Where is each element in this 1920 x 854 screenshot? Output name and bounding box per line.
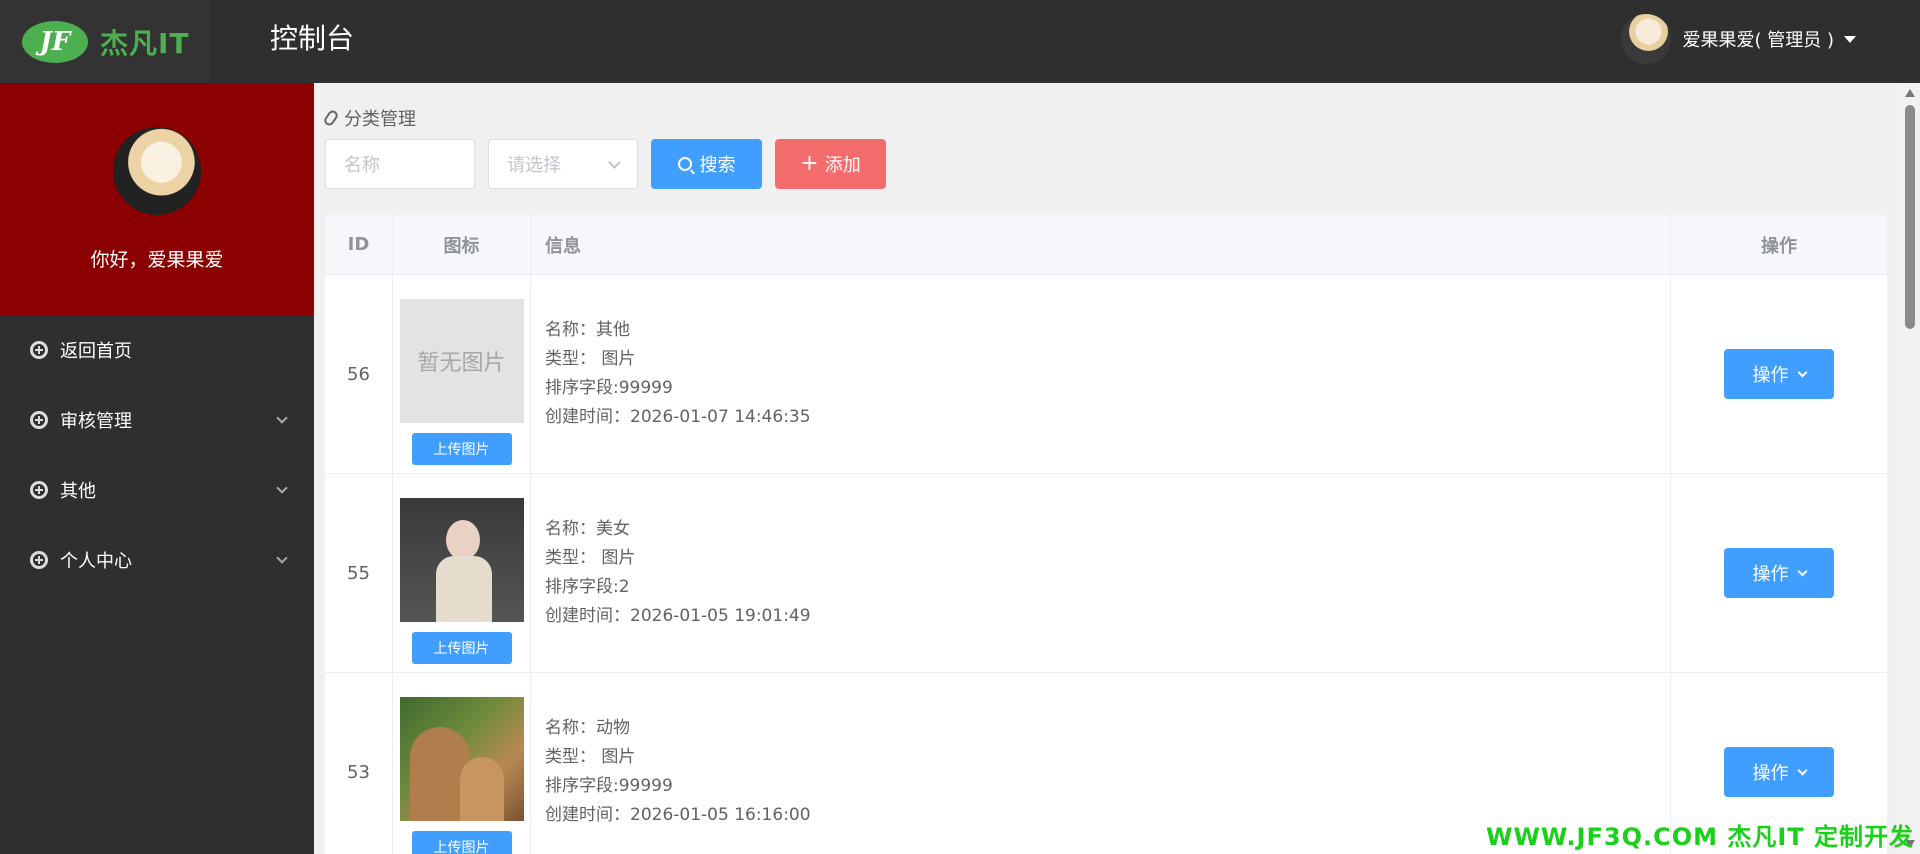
column-header-info: 信息 bbox=[531, 215, 1671, 274]
info-type: 类型： 图片 bbox=[545, 349, 636, 369]
plus-circle-icon bbox=[30, 411, 48, 429]
watermark-text: WWW.JF3Q.COM 杰凡IT 定制开发 bbox=[1485, 823, 1914, 851]
table-header: ID 图标 信息 操作 bbox=[325, 215, 1887, 275]
profile-avatar bbox=[113, 127, 201, 215]
sidebar-item-review[interactable]: 审核管理 bbox=[0, 385, 314, 455]
info-name: 名称：其他 bbox=[545, 320, 630, 340]
row-icon-cell: 上传图片 bbox=[393, 673, 531, 854]
upload-image-button[interactable]: 上传图片 bbox=[411, 432, 512, 465]
section-title-text: 分类管理 bbox=[344, 109, 416, 130]
chevron-down-icon bbox=[276, 552, 288, 564]
sidebar-menu: 返回首页 审核管理 其他 个人中心 bbox=[0, 315, 314, 595]
info-type: 类型： 图片 bbox=[545, 747, 636, 767]
plus-circle-icon bbox=[30, 481, 48, 499]
image-placeholder: 暂无图片 bbox=[399, 298, 524, 423]
row-id: 56 bbox=[325, 275, 393, 473]
operation-label: 操作 bbox=[1752, 763, 1789, 784]
page-title: 控制台 bbox=[270, 22, 355, 55]
add-button-label: 添加 bbox=[824, 155, 861, 176]
column-header-icon: 图标 bbox=[393, 215, 531, 274]
row-icon-cell: 上传图片 bbox=[393, 474, 531, 672]
row-info: 名称：美女 类型： 图片 排序字段:2 创建时间：2026-01-05 19:0… bbox=[531, 474, 1671, 672]
operation-label: 操作 bbox=[1752, 365, 1789, 386]
info-sort: 排序字段:99999 bbox=[545, 378, 673, 398]
category-image bbox=[399, 497, 524, 622]
operation-dropdown-button[interactable]: 操作 bbox=[1724, 349, 1834, 399]
top-header: JF 杰凡IT 控制台 爱果果爱( 管理员 ) bbox=[0, 0, 1920, 83]
scroll-thumb[interactable] bbox=[1905, 105, 1915, 329]
chevron-down-icon bbox=[608, 156, 621, 169]
sidebar-item-profile[interactable]: 个人中心 bbox=[0, 525, 314, 595]
sidebar-item-label: 个人中心 bbox=[60, 551, 132, 572]
plus-icon: + bbox=[800, 151, 819, 176]
main-content: 分类管理 名称 请选择 搜索 + 添加 ID 图标 信息 操作 56 暂无图片 … bbox=[314, 83, 1900, 854]
name-search-input[interactable]: 名称 bbox=[325, 139, 475, 189]
caret-down-icon bbox=[1844, 35, 1856, 43]
sidebar-item-label: 返回首页 bbox=[60, 341, 132, 362]
section-title: 分类管理 bbox=[322, 105, 416, 131]
sidebar-item-home[interactable]: 返回首页 bbox=[0, 315, 314, 385]
paperclip-icon bbox=[322, 108, 340, 128]
column-header-id: ID bbox=[325, 215, 393, 274]
sidebar-item-other[interactable]: 其他 bbox=[0, 455, 314, 525]
logo-text: 杰凡IT bbox=[100, 26, 190, 60]
user-name: 爱果果爱( 管理员 ) bbox=[1682, 30, 1835, 51]
page-scrollbar[interactable] bbox=[1900, 83, 1920, 854]
info-name: 名称：动物 bbox=[545, 718, 630, 738]
avatar bbox=[1620, 14, 1671, 64]
plus-circle-icon bbox=[30, 341, 48, 359]
search-button-label: 搜索 bbox=[699, 155, 736, 176]
info-created: 创建时间：2026-01-07 14:46:35 bbox=[545, 407, 811, 427]
user-menu[interactable]: 爱果果爱( 管理员 ) bbox=[1620, 14, 1856, 64]
chevron-down-icon bbox=[1797, 566, 1807, 576]
row-id: 53 bbox=[325, 673, 393, 854]
operation-dropdown-button[interactable]: 操作 bbox=[1724, 548, 1834, 598]
add-button[interactable]: + 添加 bbox=[775, 139, 886, 189]
upload-image-button[interactable]: 上传图片 bbox=[411, 830, 512, 854]
info-type: 类型： 图片 bbox=[545, 548, 636, 568]
operation-dropdown-button[interactable]: 操作 bbox=[1724, 747, 1834, 797]
search-button[interactable]: 搜索 bbox=[651, 139, 762, 189]
chevron-down-icon bbox=[276, 412, 288, 424]
row-op-cell: 操作 bbox=[1671, 275, 1887, 473]
row-id: 55 bbox=[325, 474, 393, 672]
info-created: 创建时间：2026-01-05 19:01:49 bbox=[545, 606, 811, 626]
column-header-op: 操作 bbox=[1761, 235, 1797, 257]
profile-panel: 你好，爱果果爱 bbox=[0, 83, 314, 315]
search-icon bbox=[677, 157, 692, 171]
row-icon-cell: 暂无图片 上传图片 bbox=[393, 275, 531, 473]
info-sort: 排序字段:2 bbox=[545, 577, 630, 597]
upload-image-button[interactable]: 上传图片 bbox=[411, 631, 512, 664]
chevron-down-icon bbox=[1797, 367, 1807, 377]
chevron-down-icon bbox=[276, 482, 288, 494]
info-name: 名称：美女 bbox=[545, 519, 630, 539]
toolbar: 名称 请选择 搜索 + 添加 bbox=[325, 139, 886, 189]
category-table: ID 图标 信息 操作 56 暂无图片 上传图片 名称：其他 类型： 图片 排序… bbox=[325, 215, 1887, 854]
sidebar-item-label: 其他 bbox=[60, 481, 96, 502]
scroll-up-arrow-icon[interactable] bbox=[1905, 89, 1915, 97]
greeting: 你好，爱果果爱 bbox=[90, 249, 224, 271]
select-placeholder: 请选择 bbox=[507, 155, 561, 176]
sidebar: 你好，爱果果爱 返回首页 审核管理 其他 个人中心 bbox=[0, 83, 314, 854]
category-image bbox=[399, 696, 524, 821]
row-info: 名称：其他 类型： 图片 排序字段:99999 创建时间：2026-01-07 … bbox=[531, 275, 1671, 473]
table-row: 56 暂无图片 上传图片 名称：其他 类型： 图片 排序字段:99999 创建时… bbox=[325, 275, 1887, 474]
logo-mark: JF bbox=[22, 20, 88, 63]
row-op-cell: 操作 bbox=[1671, 474, 1887, 672]
info-sort: 排序字段:99999 bbox=[545, 776, 673, 796]
logo[interactable]: JF 杰凡IT bbox=[0, 0, 210, 83]
table-row: 55 上传图片 名称：美女 类型： 图片 排序字段:2 创建时间：2026-01… bbox=[325, 474, 1887, 673]
plus-circle-icon bbox=[30, 551, 48, 569]
sidebar-item-label: 审核管理 bbox=[60, 411, 132, 432]
category-select[interactable]: 请选择 bbox=[488, 139, 638, 189]
chevron-down-icon bbox=[1797, 765, 1807, 775]
operation-label: 操作 bbox=[1752, 564, 1789, 585]
